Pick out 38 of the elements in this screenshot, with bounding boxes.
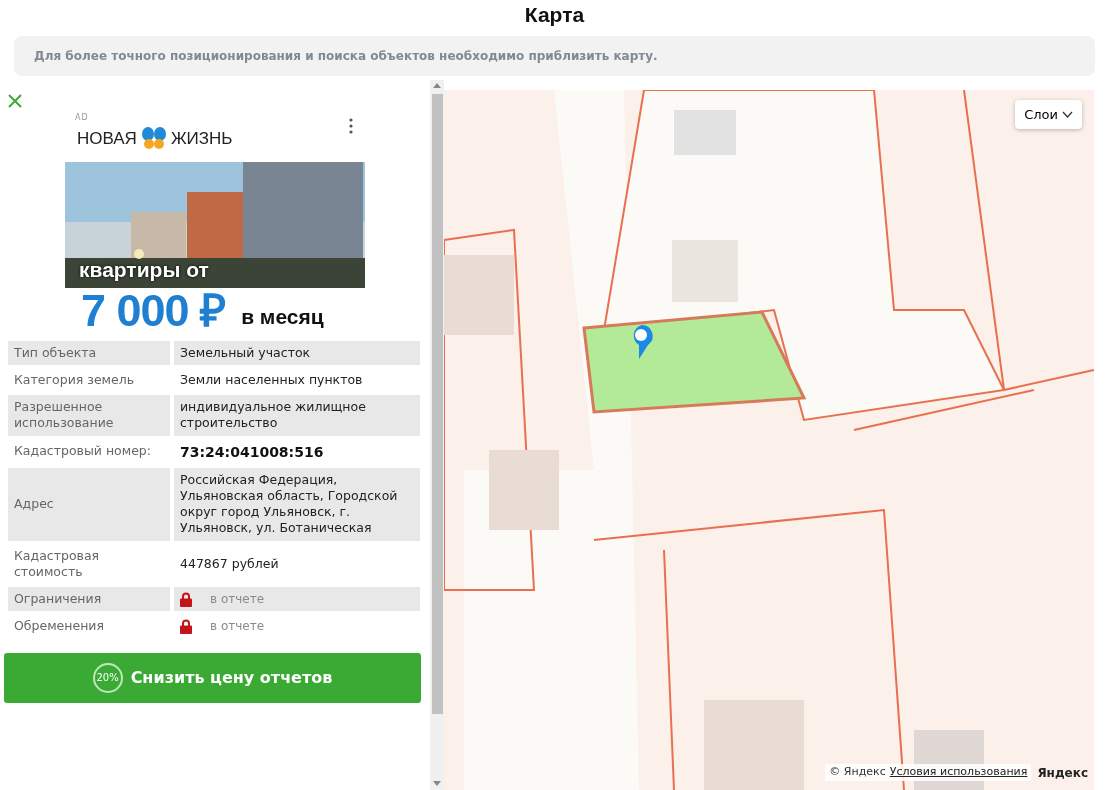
close-icon[interactable] [8,94,22,108]
field-label: Тип объекта [8,340,170,365]
lock-icon [180,591,192,607]
chevron-down-icon [1062,110,1073,118]
page-title: Карта [524,3,585,26]
layers-button[interactable]: Слои [1015,99,1082,129]
field-value: 447867 рублей [179,554,280,573]
butterfly-icon [140,126,167,151]
copyright-text: © Яндекс [829,764,886,781]
ad-headline: квартиры от [79,257,209,283]
ad-period: в месяц [241,304,324,330]
more-icon[interactable] [349,117,353,134]
ad-price: 7 000 ₽ [81,287,226,333]
provider-logo: Яндекс [1037,764,1088,782]
ad-label: AD [75,111,89,124]
field-label: Адрес [8,467,170,541]
terms-link[interactable]: Условия использования [889,764,1028,781]
notice-banner: Для более точного позиционирования и поиска объектов необходимо приблизить карту. [14,35,1095,76]
field-value: в отчете [210,618,265,635]
field-value: в отчете [210,591,265,608]
scroll-up-icon[interactable] [433,82,441,88]
field-label: Кадастровый номер: [13,442,152,461]
field-value: 73:24:041008:516 [179,442,325,462]
field-label: Кадастровая стоимость [13,546,101,581]
field-value: Российская Федерация, Ульяновская область, Городской округ город Ульяновск, г. Ульяновск, ул. Ботаническая [174,467,420,541]
scroll-down-icon[interactable] [433,780,441,786]
field-label: Ограничения [8,587,170,612]
field-value: Земельный участок [174,340,420,365]
field-label: Категория земель [13,370,136,389]
brand-name: ЖИЗНЬ [170,127,233,150]
field-value: Земли населенных пунктов [179,370,364,389]
brand-name: НОВАЯ [77,127,137,150]
field-label: Обременения [13,617,105,636]
lock-icon [180,619,192,635]
scrollbar-thumb[interactable] [431,93,443,714]
field-label: Разрешенное использование [8,395,170,436]
field-value: индивидуальное жилищное строительство [174,395,420,436]
discount-badge: 20% [92,662,123,693]
